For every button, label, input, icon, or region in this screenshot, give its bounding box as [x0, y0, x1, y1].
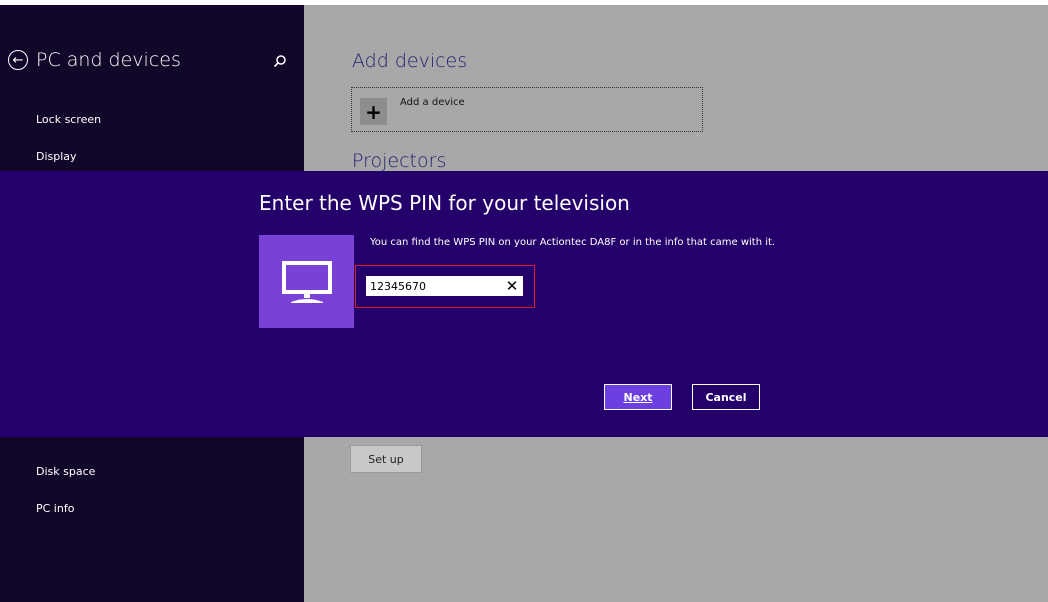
projectors-heading: Projectors: [352, 150, 447, 172]
sidebar-item-pc-info[interactable]: PC info: [36, 502, 74, 515]
plus-icon: +: [360, 98, 387, 125]
dialog-title: Enter the WPS PIN for your television: [259, 191, 630, 215]
sidebar-item-display[interactable]: Display: [36, 150, 77, 163]
add-device-label: Add a device: [400, 97, 465, 108]
next-button-label: Next: [623, 390, 653, 404]
cancel-button-label: Cancel: [705, 390, 747, 404]
add-device-button[interactable]: + Add a device: [351, 87, 703, 132]
pin-highlight-box: ✕: [355, 265, 535, 308]
sidebar-header: ← PC and devices: [8, 49, 181, 71]
sidebar-item-lock-screen[interactable]: Lock screen: [36, 113, 101, 126]
wps-pin-dialog: Enter the WPS PIN for your television Yo…: [0, 171, 1048, 437]
clear-button[interactable]: ✕: [502, 276, 522, 296]
cancel-button[interactable]: Cancel: [692, 384, 760, 410]
next-button[interactable]: Next: [604, 384, 672, 410]
dialog-message: You can find the WPS PIN on your Actiont…: [370, 237, 776, 248]
sidebar-item-disk-space[interactable]: Disk space: [36, 465, 95, 478]
setup-button[interactable]: Set up: [350, 445, 422, 473]
television-tile: [259, 235, 354, 328]
search-icon: [273, 55, 286, 68]
add-devices-heading: Add devices: [352, 50, 468, 72]
search-button[interactable]: [273, 53, 289, 69]
back-button[interactable]: ←: [8, 50, 28, 70]
sidebar-title: PC and devices: [36, 49, 181, 71]
monitor-icon: [281, 260, 332, 303]
back-arrow-icon: ←: [12, 52, 24, 68]
close-icon: ✕: [505, 277, 519, 295]
wps-pin-input[interactable]: [366, 276, 523, 296]
